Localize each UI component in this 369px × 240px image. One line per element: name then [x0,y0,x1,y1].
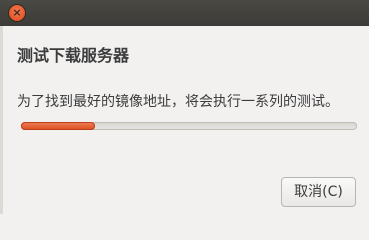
dialog-heading: 测试下载服务器 [17,46,130,65]
dialog-message: 为了找到最好的镜像地址，将会执行一系列的测试。 [17,94,339,110]
close-icon[interactable]: × [9,5,25,21]
progress-bar-fill [21,122,95,130]
cancel-button[interactable]: 取消(C) [281,177,356,207]
progress-bar [21,122,357,130]
test-download-server-dialog: × 测试下载服务器 为了找到最好的镜像地址，将会执行一系列的测试。 取消(C) [0,0,369,214]
title-bar: × [0,0,369,26]
window-edge [0,26,3,214]
